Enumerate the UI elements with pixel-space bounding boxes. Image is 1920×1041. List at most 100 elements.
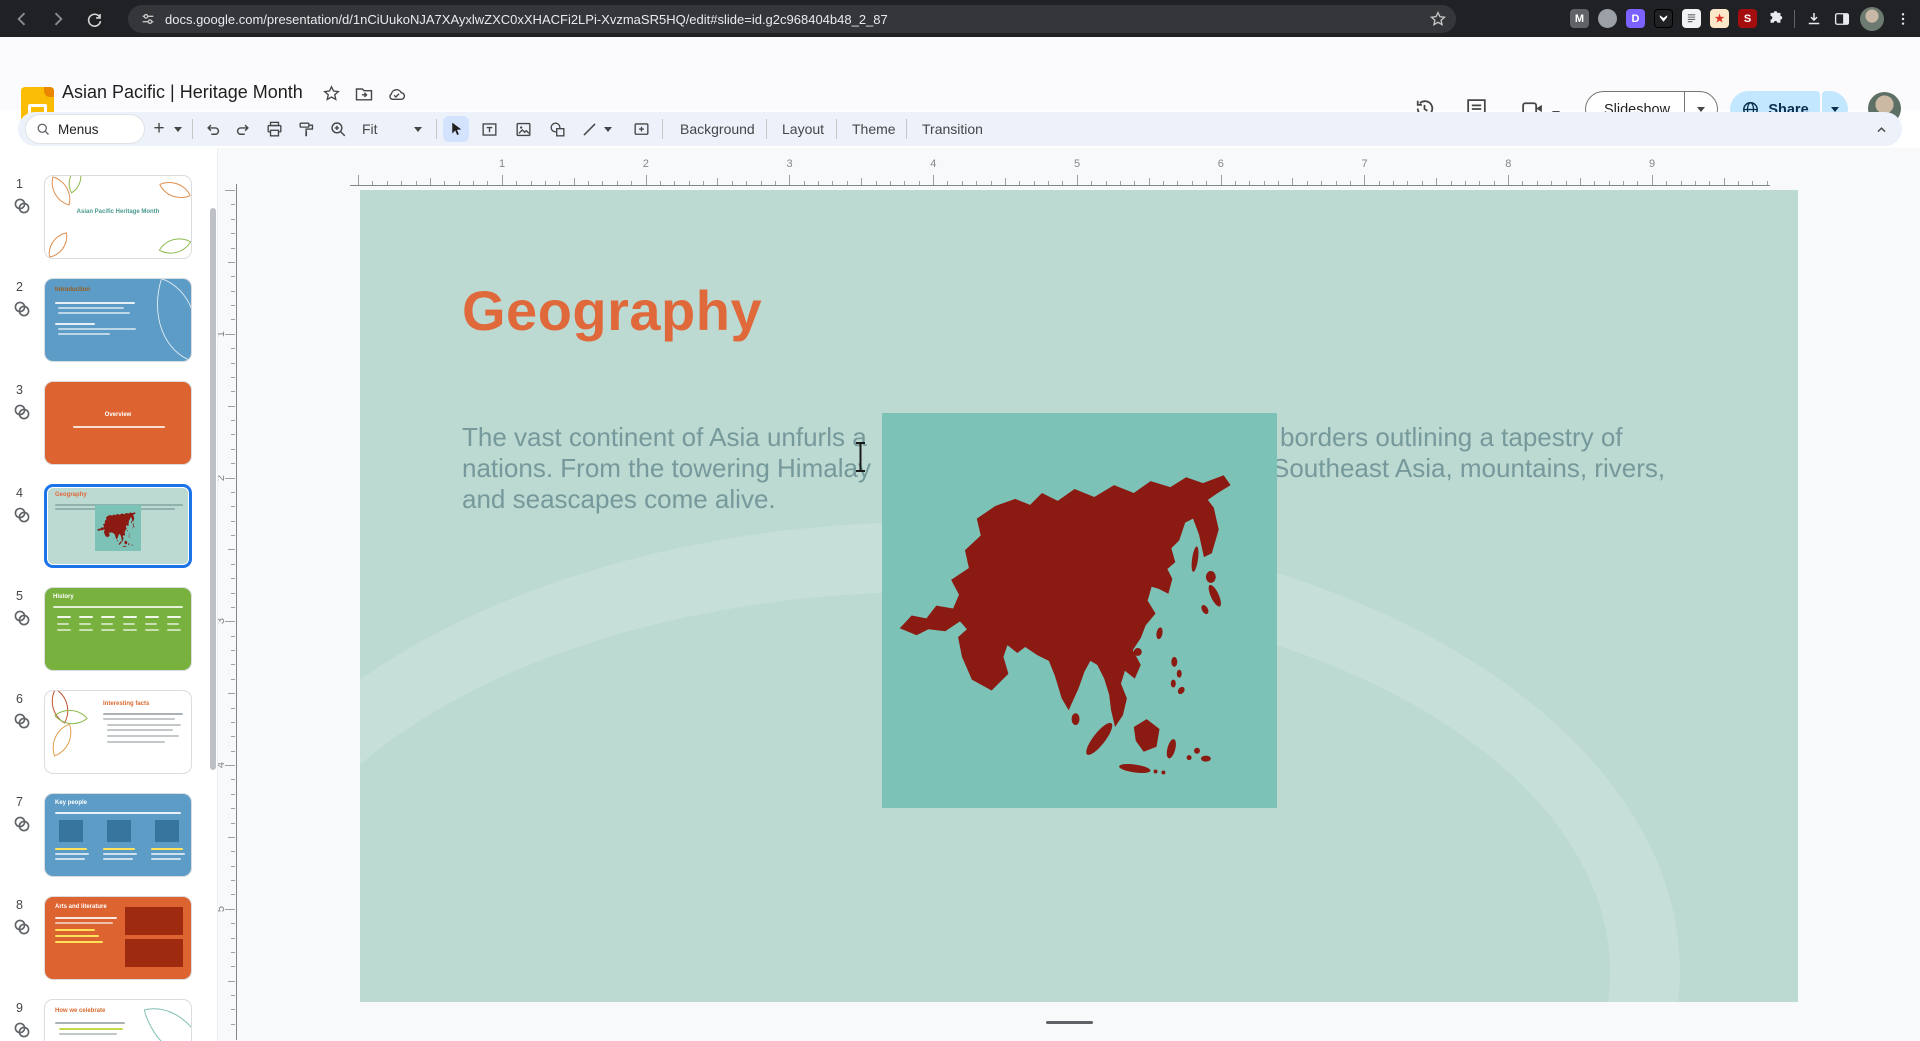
extension-circle-icon[interactable] bbox=[1598, 9, 1617, 28]
body-text-line2-right[interactable]: Southeast Asia, mountains, rivers, bbox=[1272, 453, 1665, 484]
site-info-icon[interactable] bbox=[140, 11, 156, 27]
extension-star-icon[interactable]: ★ bbox=[1710, 9, 1729, 28]
slide-thumbnail-6[interactable]: Interesting facts bbox=[44, 690, 192, 774]
slide-thumbnail-7[interactable]: Key people bbox=[44, 793, 192, 877]
canvas-horizontal-scrollbar[interactable] bbox=[1046, 1021, 1093, 1024]
ruler-number: 1 bbox=[499, 158, 505, 170]
cloud-saved-icon[interactable] bbox=[386, 84, 406, 104]
canvas-area: 1 2 3 4 5 6 7 8 9 1 2 3 4 5 Geography The vast conti… bbox=[218, 148, 1920, 1041]
downloads-icon[interactable] bbox=[1804, 9, 1823, 28]
insert-image-button[interactable] bbox=[510, 116, 536, 142]
extension-doc-icon[interactable] bbox=[1682, 9, 1701, 28]
url-text: docs.google.com/presentation/d/1nCiUukoN… bbox=[165, 12, 888, 27]
slide-number: 5 bbox=[16, 589, 23, 603]
theme-button[interactable]: Theme bbox=[842, 112, 906, 146]
slide-thumbnail-2-row: 2 Introduction bbox=[0, 278, 218, 374]
transition-indicator-icon[interactable] bbox=[13, 712, 31, 730]
transition-indicator-icon[interactable] bbox=[13, 815, 31, 833]
zoom-dropdown-icon[interactable] bbox=[410, 116, 426, 142]
transition-button[interactable]: Transition bbox=[912, 112, 993, 146]
browser-bar: docs.google.com/presentation/d/1nCiUukoN… bbox=[0, 0, 1920, 37]
layout-button[interactable]: Layout bbox=[772, 112, 834, 146]
ruler-number: 6 bbox=[1218, 158, 1224, 170]
text-box-button[interactable] bbox=[476, 116, 502, 142]
body-text-line1-left[interactable]: The vast continent of Asia unfurls a bbox=[462, 422, 867, 453]
transition-indicator-icon[interactable] bbox=[13, 300, 31, 318]
ruler-number: 1 bbox=[218, 331, 227, 337]
url-bar[interactable]: docs.google.com/presentation/d/1nCiUukoN… bbox=[128, 5, 1456, 33]
extension-s-icon[interactable]: S bbox=[1738, 9, 1757, 28]
browser-menu-icon[interactable] bbox=[1893, 9, 1912, 28]
select-tool-button[interactable] bbox=[443, 116, 469, 142]
slide-thumbnail-4-row: 4 Geography bbox=[0, 484, 218, 580]
filmstrip-scrollbar[interactable] bbox=[210, 208, 216, 770]
slide-thumbnail-5[interactable]: History bbox=[44, 587, 192, 671]
transition-indicator-icon[interactable] bbox=[13, 918, 31, 936]
slide-number: 8 bbox=[16, 898, 23, 912]
slide-thumbnail-3-row: 3 Overview bbox=[0, 381, 218, 477]
document-title[interactable]: Asian Pacific | Heritage Month bbox=[62, 82, 303, 103]
side-panel-icon[interactable] bbox=[1832, 9, 1851, 28]
extension-shield-icon[interactable] bbox=[1654, 9, 1673, 28]
insert-shape-button[interactable] bbox=[544, 116, 570, 142]
asia-map-image[interactable] bbox=[882, 413, 1277, 808]
slide-thumbnail-1[interactable]: Asian Pacific Heritage Month bbox=[44, 175, 192, 259]
background-button[interactable]: Background bbox=[670, 112, 765, 146]
ruler-number: 8 bbox=[1505, 158, 1511, 170]
undo-button[interactable] bbox=[199, 116, 225, 142]
body-text-line2-left[interactable]: nations. From the towering Himalay bbox=[462, 453, 871, 484]
redo-button[interactable] bbox=[230, 116, 256, 142]
slide-title-text[interactable]: Geography bbox=[462, 278, 762, 343]
menus-search-label: Menus bbox=[58, 122, 99, 137]
star-doc-icon[interactable] bbox=[322, 84, 342, 104]
extensions-puzzle-icon[interactable] bbox=[1766, 9, 1785, 28]
transition-indicator-icon[interactable] bbox=[13, 1021, 31, 1039]
slide-thumbnail-9-row: 9 How we celebrate bbox=[0, 999, 218, 1041]
insert-comment-button[interactable] bbox=[628, 116, 654, 142]
refresh-icon[interactable] bbox=[80, 5, 108, 33]
ruler-number: 9 bbox=[1649, 158, 1655, 170]
slide-number: 2 bbox=[16, 280, 23, 294]
slide-thumbnail-4-selected[interactable]: Geography bbox=[44, 484, 192, 568]
transition-indicator-icon[interactable] bbox=[13, 506, 31, 524]
transition-indicator-icon[interactable] bbox=[13, 197, 31, 215]
slide-thumbnail-9[interactable]: How we celebrate bbox=[44, 999, 192, 1041]
ruler-number: 7 bbox=[1361, 158, 1367, 170]
ruler-number: 4 bbox=[218, 762, 227, 768]
slide-thumbnail-2[interactable]: Introduction bbox=[44, 278, 192, 362]
ruler-number: 3 bbox=[218, 618, 227, 624]
ruler-number: 4 bbox=[930, 158, 936, 170]
paint-format-button[interactable] bbox=[293, 116, 319, 142]
transition-indicator-icon[interactable] bbox=[13, 609, 31, 627]
slide-thumbnail-8[interactable]: Arts and literature bbox=[44, 896, 192, 980]
ruler-number: 3 bbox=[786, 158, 792, 170]
search-icon bbox=[36, 122, 51, 137]
extension-d-icon[interactable]: D bbox=[1626, 9, 1645, 28]
forward-icon[interactable] bbox=[44, 5, 72, 33]
ruler-number: 2 bbox=[643, 158, 649, 170]
zoom-fit-select[interactable]: Fit bbox=[352, 112, 388, 146]
print-button[interactable] bbox=[261, 116, 287, 142]
new-slide-button[interactable]: + bbox=[146, 116, 172, 142]
slide-thumbnail-7-row: 7 Key people bbox=[0, 793, 218, 889]
new-slide-dropdown-icon[interactable] bbox=[170, 116, 186, 142]
body-text-line3[interactable]: and seascapes come alive. bbox=[462, 484, 776, 515]
bookmark-star-icon[interactable] bbox=[1424, 5, 1452, 33]
ruler-number: 5 bbox=[218, 906, 227, 912]
zoom-button[interactable] bbox=[325, 116, 351, 142]
insert-line-button[interactable] bbox=[576, 116, 602, 142]
slide-number: 4 bbox=[16, 486, 23, 500]
body-text-line1-right[interactable]: borders outlining a tapestry of bbox=[1280, 422, 1623, 453]
move-folder-icon[interactable] bbox=[354, 84, 374, 104]
browser-profile-avatar[interactable] bbox=[1860, 7, 1884, 31]
horizontal-ruler: 1 2 3 4 5 6 7 8 9 bbox=[218, 152, 1920, 186]
ruler-number: 5 bbox=[1074, 158, 1080, 170]
back-icon[interactable] bbox=[8, 5, 36, 33]
extension-m-icon[interactable]: M bbox=[1570, 9, 1589, 28]
slide-editor[interactable]: Geography The vast continent of Asia unf… bbox=[360, 190, 1798, 1002]
collapse-toolbar-icon[interactable] bbox=[1868, 116, 1894, 142]
slide-thumbnail-3[interactable]: Overview bbox=[44, 381, 192, 465]
transition-indicator-icon[interactable] bbox=[13, 403, 31, 421]
menus-search-box[interactable]: Menus bbox=[26, 115, 144, 143]
line-dropdown-icon[interactable] bbox=[600, 116, 616, 142]
